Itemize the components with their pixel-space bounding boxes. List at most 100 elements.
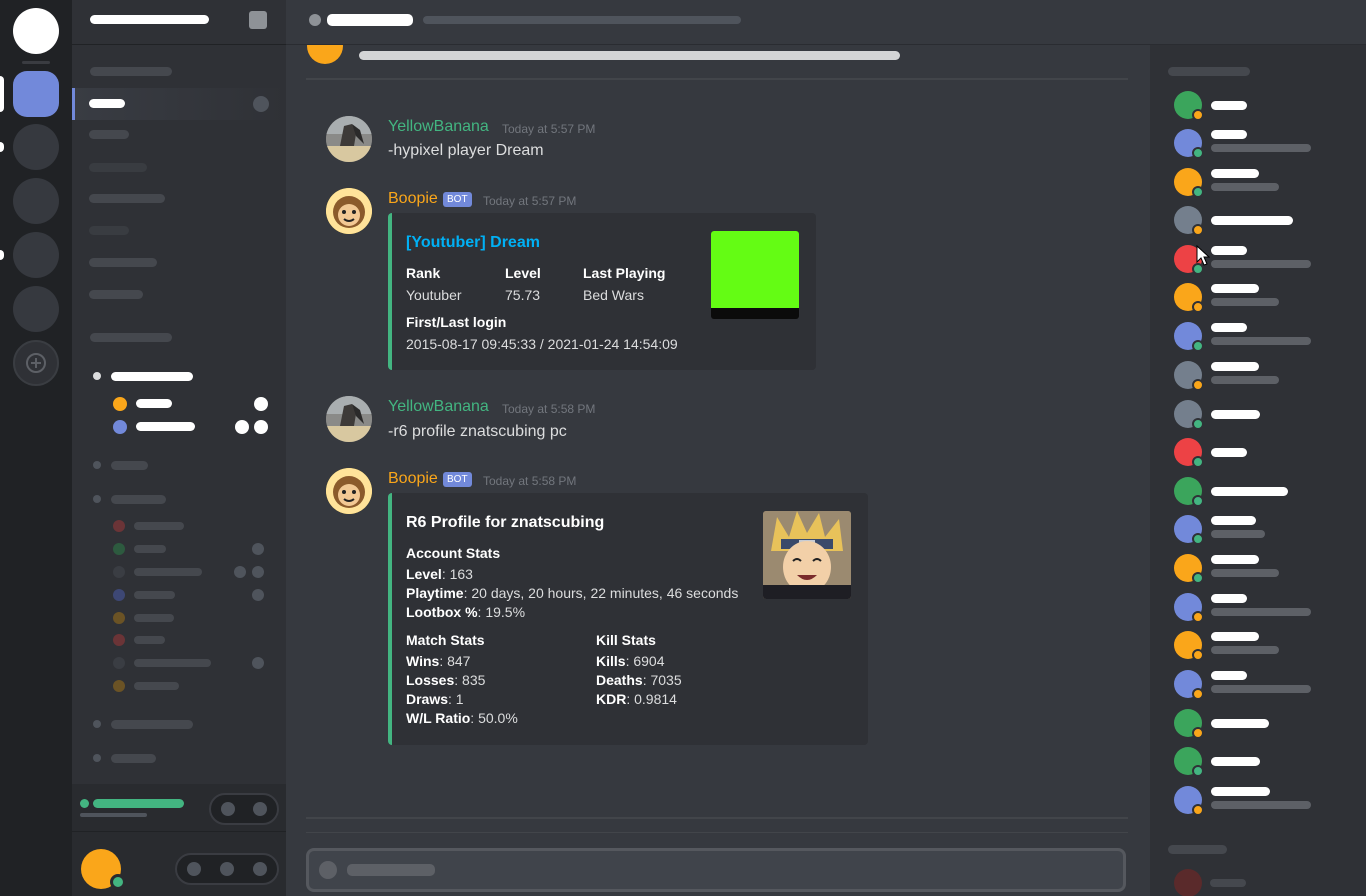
embed-thumbnail[interactable] [711,231,799,319]
stat-line: Losses: 835 [406,672,486,688]
voice-channel-icon [93,372,101,380]
member-name[interactable] [1211,719,1269,728]
avatar[interactable] [326,468,372,514]
channel-item[interactable] [89,226,129,235]
channel-item-selected[interactable] [72,88,286,120]
voice-controls [209,793,279,825]
gear-icon[interactable] [253,862,267,876]
voice-user-avatar[interactable] [113,657,125,669]
member-name[interactable] [1211,757,1260,766]
member-status-icon [1192,649,1204,661]
add-server-button[interactable] [13,340,59,386]
disconnect-icon[interactable] [253,802,267,816]
member-name[interactable] [1211,594,1247,603]
member-status-icon [1192,727,1204,739]
member-name[interactable] [1211,632,1259,641]
embed-hypixel: [Youtuber] Dream Rank Youtuber Level 75.… [388,213,816,370]
channel-item[interactable] [89,163,147,172]
member-name[interactable] [1211,448,1247,457]
username[interactable]: Boopie [388,470,438,488]
member-activity [1211,646,1279,654]
voice-user-avatar[interactable] [113,543,125,555]
member-name[interactable] [1211,555,1259,564]
channel-item[interactable] [89,130,129,139]
voice-channel-name[interactable] [111,372,193,381]
username[interactable]: YellowBanana [388,398,489,416]
username[interactable]: YellowBanana [388,118,489,136]
voice-channel-name[interactable] [111,754,156,763]
voice-user-name [134,568,202,576]
timestamp: Today at 5:58 PM [483,474,577,488]
message: Boopie BOT Today at 5:58 PM R6 Profile f… [326,468,1106,748]
headphones-icon[interactable] [220,862,234,876]
server-icon[interactable] [13,286,59,332]
member-status-icon [1192,340,1204,352]
member-name[interactable] [1211,101,1247,110]
voice-user-avatar[interactable] [113,420,127,434]
microphone-icon[interactable] [187,862,201,876]
stat-line: Level: 163 [406,566,473,582]
voice-user-avatar[interactable] [113,612,125,624]
voice-status-icon [235,420,249,434]
voice-user-avatar[interactable] [113,566,125,578]
attach-icon[interactable] [319,861,337,879]
member-name[interactable] [1211,323,1247,332]
voice-channel-name[interactable] [111,461,148,470]
voice-user-avatar[interactable] [113,680,125,692]
server-icon[interactable] [13,232,59,278]
rail-separator [22,61,50,64]
voice-user-name [134,682,179,690]
server-icon[interactable] [13,178,59,224]
screen-share-icon[interactable] [221,802,235,816]
voice-user-name [134,545,166,553]
member-name[interactable] [1211,216,1293,225]
voice-user-name [136,399,172,408]
channel-item[interactable] [89,258,157,267]
member-name[interactable] [1211,130,1247,139]
member-activity [1211,569,1279,577]
member-name[interactable] [1211,671,1247,680]
bot-tag: BOT [443,192,472,207]
plus-icon [26,353,46,373]
channel-item[interactable] [89,290,143,299]
embed-title[interactable]: [Youtuber] Dream [406,234,540,252]
voice-user-avatar[interactable] [113,397,127,411]
server-icon[interactable] [13,124,59,170]
channel-settings-icon[interactable] [253,96,269,112]
member-status-icon [1192,688,1204,700]
voice-channel-name[interactable] [111,495,166,504]
message-divider [306,78,1128,80]
message-input[interactable] [306,848,1126,892]
field-value: 75.73 [505,287,541,303]
member-name[interactable] [1211,362,1259,371]
voice-channel-name[interactable] [111,720,193,729]
member-name[interactable] [1211,787,1270,796]
category-header[interactable] [90,333,172,342]
member-name[interactable] [1211,169,1259,178]
timestamp: Today at 5:58 PM [502,402,596,416]
category-header[interactable] [90,67,172,76]
server-header[interactable] [72,0,286,45]
member-status-icon [1192,109,1204,121]
voice-user-avatar[interactable] [113,520,125,532]
message: YellowBanana Today at 5:58 PM -r6 profil… [326,396,1086,446]
server-menu-icon[interactable] [249,11,267,29]
voice-user-avatar[interactable] [113,634,125,646]
voice-connected-label [93,799,184,808]
home-button[interactable] [13,8,59,54]
member-avatar[interactable] [1174,869,1202,896]
avatar[interactable] [326,188,372,234]
member-name[interactable] [1211,410,1260,419]
avatar[interactable] [326,396,372,442]
voice-user-avatar[interactable] [113,589,125,601]
member-name[interactable] [1211,284,1259,293]
field-name: Rank [406,265,441,281]
member-name[interactable] [1211,516,1256,525]
avatar[interactable] [326,116,372,162]
member-name[interactable] [1211,487,1288,496]
username[interactable]: Boopie [388,190,438,208]
member-name[interactable] [1211,246,1247,255]
server-icon-active[interactable] [13,71,59,117]
embed-thumbnail[interactable] [763,511,851,599]
channel-item[interactable] [89,194,165,203]
